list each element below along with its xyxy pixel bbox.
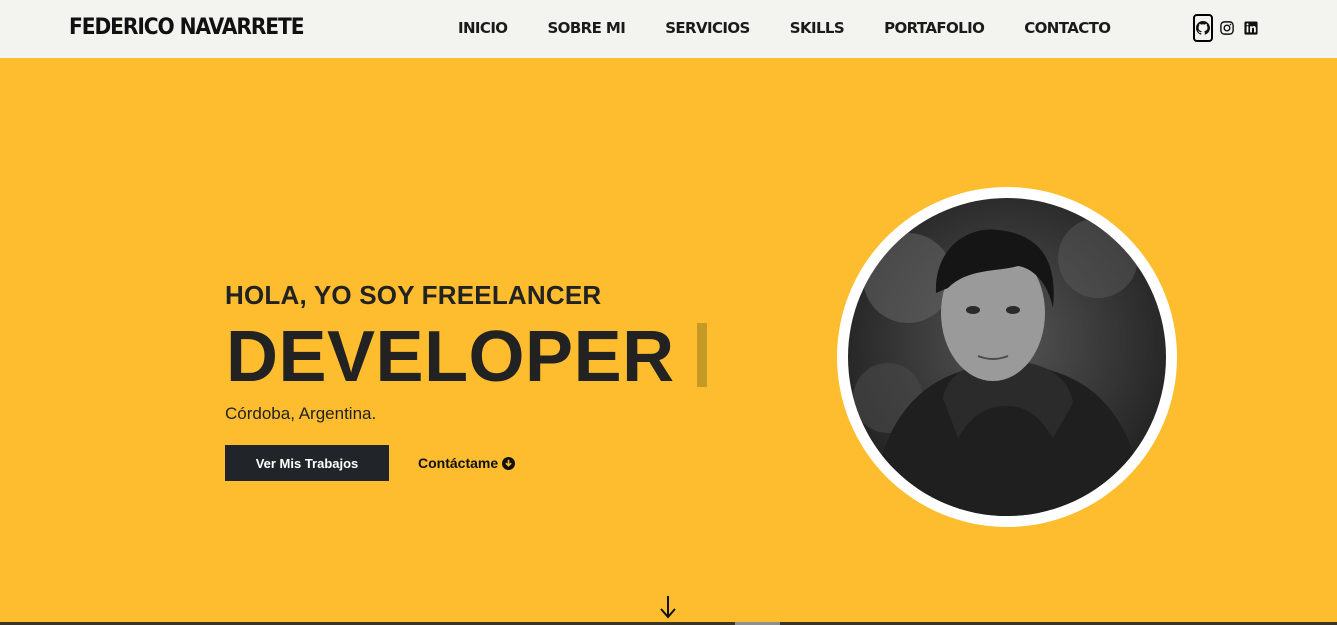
brand-logo[interactable]: FEDERICO NAVARRETE [69, 15, 305, 40]
nav-link-portafolio[interactable]: PORTAFOLIO [884, 19, 985, 37]
nav-link-sobre-mi[interactable]: SOBRE MI [547, 19, 625, 37]
profile-frame [837, 187, 1177, 527]
contact-link-label: Contáctame [418, 455, 499, 471]
linkedin-icon[interactable] [1241, 14, 1261, 42]
arrow-down-icon[interactable] [656, 594, 680, 620]
nav-links: INICIO SOBRE MI SERVICIOS SKILLS PORTAFO… [458, 19, 1111, 37]
nav-link-inicio[interactable]: INICIO [458, 19, 508, 37]
hero-greeting: HOLA, YO SOY FREELANCER [225, 280, 602, 310]
github-icon[interactable] [1193, 14, 1213, 42]
profile-photo [848, 198, 1166, 516]
view-works-button[interactable]: Ver Mis Trabajos [225, 445, 389, 481]
hero-location: Córdoba, Argentina. [225, 404, 377, 423]
contact-link[interactable]: Contáctame [418, 455, 516, 471]
typing-cursor [697, 323, 707, 387]
hero-text: HOLA, YO SOY FREELANCER DEVELOPER Córdob… [225, 280, 707, 481]
instagram-icon[interactable] [1217, 14, 1237, 42]
social-links [1193, 14, 1261, 42]
nav-link-servicios[interactable]: SERVICIOS [665, 19, 750, 37]
nav-link-contacto[interactable]: CONTACTO [1024, 19, 1111, 37]
nav-link-skills[interactable]: SKILLS [790, 19, 845, 37]
hero-role: DEVELOPER [226, 317, 675, 397]
arrow-down-circle-icon [502, 456, 516, 470]
navbar: FEDERICO NAVARRETE INICIO SOBRE MI SERVI… [0, 0, 1337, 58]
